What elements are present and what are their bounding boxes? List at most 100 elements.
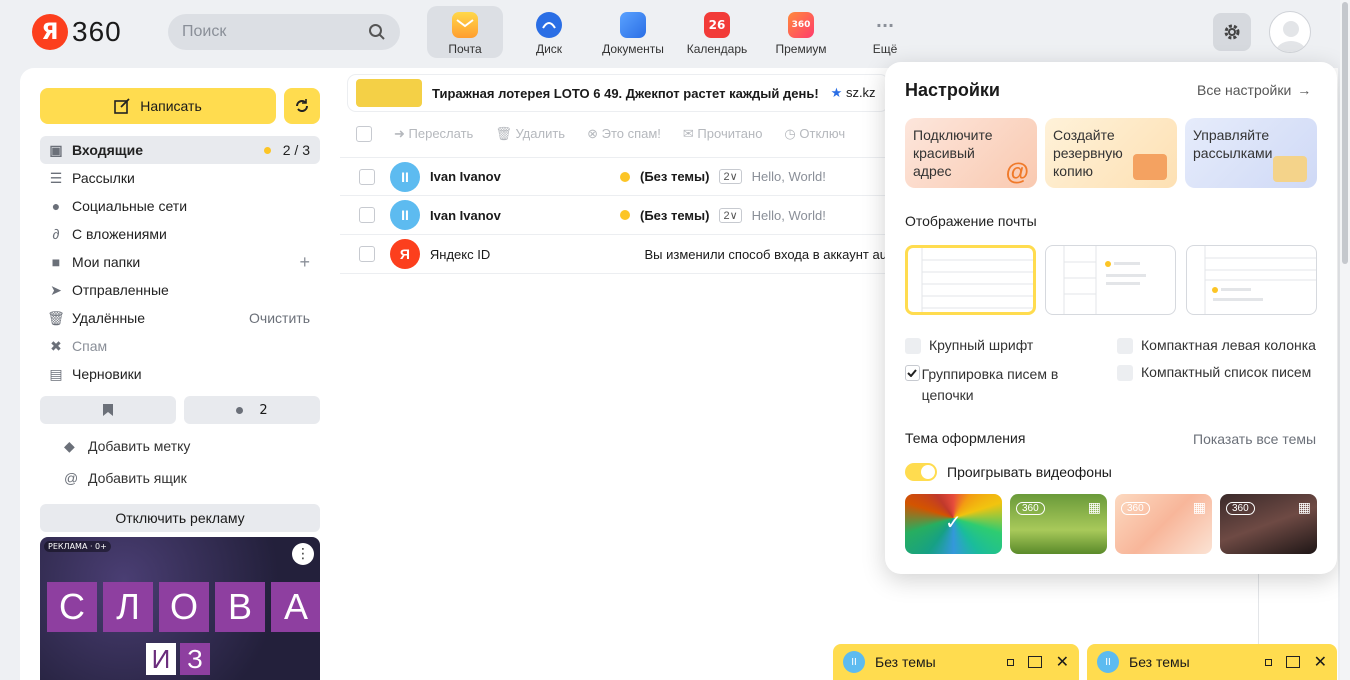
unread-dot[interactable] xyxy=(620,171,630,182)
unread-filter-button[interactable]: 2 xyxy=(184,396,320,424)
folder-drafts[interactable]: ▤ Черновики xyxy=(40,360,320,388)
layout-option-bottom-pane[interactable] xyxy=(1186,245,1317,315)
top-ad-banner[interactable]: Тиражная лотерея LOTO 6 49. Джекпот раст… xyxy=(348,75,888,111)
promo-backup[interactable]: Создайте резервную копию xyxy=(1045,118,1177,188)
theme-grass[interactable]: 360 ▦ xyxy=(1010,494,1107,554)
thread-count[interactable]: 2∨ xyxy=(719,207,742,223)
option-label: Группировка писем в цепочки xyxy=(921,366,1059,403)
option-label: Крупный шрифт xyxy=(929,337,1034,353)
folder-inbox[interactable]: ▣ Входящие 2 / 3 xyxy=(40,136,320,164)
option-large-font[interactable]: Крупный шрифт xyxy=(905,337,1033,354)
message-row[interactable]: Я Яндекс ID Вы изменили способ входа в а… xyxy=(340,235,888,274)
folder-my-folders[interactable]: ■ Мои папки + xyxy=(40,248,320,276)
folder-spam[interactable]: ✖ Спам xyxy=(40,332,320,360)
add-folder-button[interactable]: + xyxy=(299,252,310,273)
envelope-sticker-icon xyxy=(1273,156,1307,182)
forward-button[interactable]: ➜ Переслать xyxy=(394,126,473,142)
spam-button[interactable]: ⊗ Это спам! xyxy=(587,126,661,142)
folder-sticker-icon xyxy=(1133,154,1167,180)
message-checkbox[interactable] xyxy=(359,168,375,185)
bookmark-icon xyxy=(103,404,113,416)
theme-dark[interactable]: 360 ▦ xyxy=(1220,494,1317,554)
select-all-checkbox[interactable] xyxy=(356,126,372,142)
thread-count[interactable]: 2∨ xyxy=(719,169,742,184)
minimize-icon[interactable] xyxy=(1006,658,1014,666)
option-compact-left[interactable]: Компактная левая колонка xyxy=(1117,337,1316,354)
message-row[interactable]: II Ivan Ivanov (Без темы) 2∨ Hello, Worl… xyxy=(340,157,888,196)
app-calendar[interactable]: 26 Календарь xyxy=(679,6,755,58)
option-threads[interactable]: Группировка писем в цепочки xyxy=(905,364,1095,406)
app-more[interactable]: ··· Ещё xyxy=(847,6,923,58)
layout-bottom-icon xyxy=(1204,246,1316,314)
premium-app-icon: 360 xyxy=(788,12,814,38)
user-avatar[interactable] xyxy=(1269,11,1311,53)
delete-label: Удалить xyxy=(515,126,566,141)
folder-attachments[interactable]: ∂ С вложениями xyxy=(40,220,320,248)
add-label-link[interactable]: ◆ Добавить метку xyxy=(64,434,190,458)
compact-list-checkbox[interactable] xyxy=(1117,365,1133,381)
clear-trash-button[interactable]: Очистить xyxy=(249,310,310,326)
inbox-counter: 2 / 3 xyxy=(263,142,310,158)
option-compact-list[interactable]: Компактный список писем xyxy=(1117,364,1311,381)
compact-left-checkbox[interactable] xyxy=(1117,338,1133,354)
toggle-switch[interactable] xyxy=(905,463,937,481)
at-sticker-icon: @ xyxy=(1005,159,1029,186)
search-input[interactable]: Поиск xyxy=(168,14,400,50)
close-icon[interactable]: ✕ xyxy=(1314,652,1327,672)
maximize-icon[interactable] xyxy=(1027,656,1042,668)
refresh-button[interactable] xyxy=(284,88,320,124)
message-checkbox[interactable] xyxy=(359,207,375,223)
option-label: Компактный список писем xyxy=(1141,364,1312,380)
compose-button[interactable]: Написать xyxy=(40,88,276,124)
theme-rainbow[interactable]: ✓ xyxy=(905,494,1002,554)
app-disk[interactable]: Диск xyxy=(511,6,587,58)
page-scrollbar[interactable] xyxy=(1340,0,1350,680)
show-all-themes-link[interactable]: Показать все темы xyxy=(1193,431,1316,447)
bookmarks-filter-button[interactable] xyxy=(40,396,176,424)
app-mail[interactable]: Почта xyxy=(427,6,503,58)
large-font-checkbox[interactable] xyxy=(905,338,921,354)
dots-icon: ··· xyxy=(875,15,895,35)
message-subject: Вы изменили способ входа в аккаунт aut xyxy=(644,246,888,262)
layout-option-right-pane[interactable] xyxy=(1045,245,1176,315)
tag-icon: ◆ xyxy=(64,437,75,454)
sidebar-ad-banner[interactable]: РЕКЛАМА · 0+ ⋮ С Л О В А И З xyxy=(40,537,320,680)
message-row[interactable]: II Ivan Ivanov (Без темы) 2∨ Hello, Worl… xyxy=(340,196,888,235)
maximize-icon[interactable] xyxy=(1285,656,1300,668)
promo-beautiful-address[interactable]: Подключите красивый адрес @ xyxy=(905,118,1037,188)
delete-button[interactable]: 🗑 Удалить xyxy=(495,126,565,142)
mark-read-button[interactable]: ✉ Прочитано xyxy=(683,126,763,142)
close-icon[interactable]: ✕ xyxy=(1056,652,1069,672)
minimize-icon[interactable] xyxy=(1264,658,1272,666)
draft-window[interactable]: II Без темы ✕ xyxy=(1087,644,1337,680)
folder-social[interactable]: ● Социальные сети xyxy=(40,192,320,220)
video-bg-toggle[interactable]: Проигрывать видеофоны xyxy=(905,463,1112,481)
video-icon: ▦ xyxy=(1087,500,1101,516)
draft-avatar: II xyxy=(843,651,865,673)
folder-label: Мои папки xyxy=(72,254,141,270)
app-premium[interactable]: 360 Премиум xyxy=(763,6,839,58)
disable-button[interactable]: ◷ Отключ xyxy=(784,126,845,142)
draft-window[interactable]: II Без темы ✕ xyxy=(833,644,1079,680)
yandex-360-logo[interactable]: Я 360 xyxy=(32,13,122,51)
settings-gear-button[interactable] xyxy=(1213,13,1251,51)
layout-option-list[interactable] xyxy=(905,245,1036,315)
ad-menu-icon[interactable]: ⋮ xyxy=(292,543,314,565)
scrollbar-thumb[interactable] xyxy=(1342,2,1348,264)
message-checkbox[interactable] xyxy=(359,246,375,262)
all-settings-link[interactable]: Все настройки → xyxy=(1197,82,1311,98)
theme-peach[interactable]: 360 ▦ xyxy=(1115,494,1212,554)
ad-letter: С xyxy=(47,582,97,632)
folder-label: Отправленные xyxy=(72,282,169,298)
unread-dot[interactable] xyxy=(620,210,630,220)
thread-count-value: 2 xyxy=(723,209,730,222)
search-icon[interactable] xyxy=(368,23,386,41)
folder-trash[interactable]: 🗑 Удалённые Очистить xyxy=(40,304,320,332)
promo-newsletters[interactable]: Управляйте рассылками xyxy=(1185,118,1317,188)
app-documents[interactable]: Документы xyxy=(595,6,671,58)
folder-newsletters[interactable]: ☰ Рассылки xyxy=(40,164,320,192)
disable-ads-button[interactable]: Отключить рекламу xyxy=(40,504,320,532)
compose-label: Написать xyxy=(140,98,202,114)
add-mailbox-link[interactable]: @ Добавить ящик xyxy=(64,466,187,490)
folder-sent[interactable]: ➤ Отправленные xyxy=(40,276,320,304)
